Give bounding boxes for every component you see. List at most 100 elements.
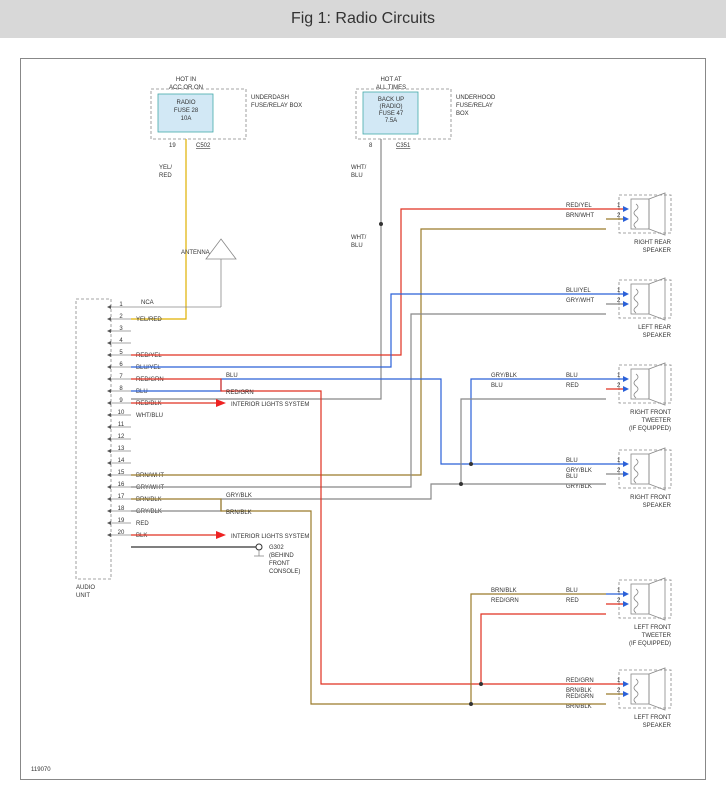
antenna: ANTENNA NCA xyxy=(131,239,236,307)
speaker-rr: 1 RED/YEL 2 BRN/WHT RIGHT REARSPEAKER xyxy=(566,193,672,254)
speaker-lr: 1BLU/YEL2GRY/WHTLEFT REARSPEAKER xyxy=(566,278,672,339)
svg-text:RED: RED xyxy=(566,383,579,389)
svg-text:1: 1 xyxy=(617,373,621,379)
svg-text:YEL/RED: YEL/RED xyxy=(136,317,162,323)
svg-text:1: 1 xyxy=(617,288,621,294)
svg-text:1: 1 xyxy=(617,203,621,209)
svg-text:15: 15 xyxy=(118,470,125,476)
fuse2-fuse: FUSE 47 xyxy=(379,111,404,117)
fuse1-conn: C502 xyxy=(196,143,211,149)
wire-fuse2b-label: WHT/BLU xyxy=(351,235,367,249)
svg-text:BRN/BLK: BRN/BLK xyxy=(136,497,162,503)
svg-text:RED/GRN: RED/GRN xyxy=(566,694,594,700)
fuse1-fuse: FUSE 28 xyxy=(174,108,199,114)
svg-text:BRN/BLK: BRN/BLK xyxy=(491,588,517,594)
wire-pin15 xyxy=(131,229,606,475)
wire-pin18 xyxy=(131,484,606,511)
fuse2-conn: C351 xyxy=(396,143,411,149)
wire-pin16 xyxy=(131,314,606,487)
svg-text:10: 10 xyxy=(118,410,125,416)
svg-text:11: 11 xyxy=(118,422,125,428)
fuse1-name: RADIO xyxy=(176,100,195,106)
figure-title: Fig 1: Radio Circuits xyxy=(0,0,726,38)
svg-text:BLU: BLU xyxy=(566,373,578,379)
svg-text:18: 18 xyxy=(118,506,125,512)
fuse-box-2: HOT ATALL TIMES BACK UP (RADIO) FUSE 47 … xyxy=(356,77,496,149)
diagram-id: 119070 xyxy=(31,767,51,773)
speaker-rft: 1BLU2REDGRY/BLKBLURIGHT FRONTTWEETER(IF … xyxy=(491,363,672,432)
svg-text:RED/YEL: RED/YEL xyxy=(136,353,162,359)
wiring-diagram: 119070 HOT INACC OR ON RADIO FUSE 28 10A… xyxy=(20,58,706,780)
speaker-lf: 1RED/GRN2BRN/BLKRED/GRNBRN/BLKLEFT FRONT… xyxy=(566,668,672,729)
svg-text:GRY/WHT: GRY/WHT xyxy=(136,485,165,491)
cross-p8: RED/GRN xyxy=(226,390,254,396)
svg-text:2: 2 xyxy=(617,213,621,219)
svg-text:RIGHT REARSPEAKER: RIGHT REARSPEAKER xyxy=(634,240,672,254)
ground-id: G302 xyxy=(269,545,284,551)
wire-pin6 xyxy=(131,294,606,367)
fuse-box-1: HOT INACC OR ON RADIO FUSE 28 10A UNDERD… xyxy=(151,77,302,149)
wire-pin7 xyxy=(131,379,606,684)
svg-text:RED/GRN: RED/GRN xyxy=(566,678,594,684)
svg-text:12: 12 xyxy=(118,434,125,440)
fuse1-rating: 10A xyxy=(181,116,192,122)
svg-text:GRY/BLK: GRY/BLK xyxy=(491,373,517,379)
svg-text:LEFT REARSPEAKER: LEFT REARSPEAKER xyxy=(638,325,672,339)
svg-text:17: 17 xyxy=(118,494,125,500)
svg-text:RIGHT FRONTSPEAKER: RIGHT FRONTSPEAKER xyxy=(630,495,672,509)
svg-text:14: 14 xyxy=(118,458,125,464)
p17-out: GRY/BLK xyxy=(226,493,252,499)
svg-text:LEFT FRONTTWEETER(IF EQUIPPED): LEFT FRONTTWEETER(IF EQUIPPED) xyxy=(629,625,672,647)
fuse2-rating: 7.5A xyxy=(385,118,397,124)
svg-text:RED: RED xyxy=(566,598,579,604)
wire-pin8-blu xyxy=(131,379,606,464)
p18-out: BRN/BLK xyxy=(226,510,252,516)
svg-text:BLU: BLU xyxy=(566,588,578,594)
svg-text:1: 1 xyxy=(617,678,621,684)
svg-text:RED: RED xyxy=(136,521,149,527)
speaker-rf: 1BLU2GRY/BLKBLUGRY/BLKRIGHT FRONTSPEAKER xyxy=(566,448,672,509)
interior-lights-2: INTERIOR LIGHTS SYSTEM xyxy=(231,534,309,540)
svg-text:2: 2 xyxy=(617,688,621,694)
fuse1-box-label: UNDERDASHFUSE/RELAY BOX xyxy=(251,95,302,109)
speaker-lft: 1 BLU 2 RED BRN/BLK RED/GRN LEFT FRONTTWEETER(… xyxy=(491,578,672,647)
svg-text:GRY/BLK: GRY/BLK xyxy=(136,509,162,515)
svg-text:BLU: BLU xyxy=(566,474,578,480)
fuse2-pin: 8 xyxy=(369,143,373,149)
svg-text:20: 20 xyxy=(118,530,125,536)
fuse1-pin: 19 xyxy=(169,143,176,149)
svg-text:BRN/WHT: BRN/WHT xyxy=(566,213,594,219)
svg-text:2: 2 xyxy=(617,598,621,604)
wire-fuse2-label: WHT/BLU xyxy=(351,165,367,179)
svg-text:BLU: BLU xyxy=(136,389,148,395)
svg-text:LEFT FRONTSPEAKER: LEFT FRONTSPEAKER xyxy=(634,715,672,729)
svg-text:GRY/WHT: GRY/WHT xyxy=(566,298,595,304)
svg-text:BLU/YEL: BLU/YEL xyxy=(136,365,161,371)
wire-rft-blu xyxy=(471,379,606,464)
fuse2-box-label: UNDERHOODFUSE/RELAYBOX xyxy=(456,95,496,117)
svg-text:RED/YEL: RED/YEL xyxy=(566,203,592,209)
fuse2-sub: (RADIO) xyxy=(380,104,403,110)
svg-text:RED/GRN: RED/GRN xyxy=(136,377,164,383)
wire-lft-red xyxy=(481,614,606,684)
svg-text:1: 1 xyxy=(617,458,621,464)
svg-text:RIGHT FRONTTWEETER(IF EQUIPPED: RIGHT FRONTTWEETER(IF EQUIPPED) xyxy=(629,410,672,432)
svg-text:2: 2 xyxy=(617,298,621,304)
svg-text:16: 16 xyxy=(118,482,125,488)
fuse2-name: BACK UP xyxy=(378,97,404,103)
wire-pin17 xyxy=(131,499,606,704)
speakers-group: 1RED/YEL2BRN/WHTRIGHT REARSPEAKER1BLU/YE… xyxy=(491,193,672,729)
svg-text:2: 2 xyxy=(617,468,621,474)
svg-text:19: 19 xyxy=(118,518,125,524)
connector-pins: 12YEL/RED345RED/YEL6BLU/YEL7RED/GRN8BLU9… xyxy=(107,302,165,539)
svg-text:WHT/BLU: WHT/BLU xyxy=(136,413,163,419)
svg-text:GRY/BLK: GRY/BLK xyxy=(566,484,592,490)
diagram-svg: 119070 HOT INACC OR ON RADIO FUSE 28 10A… xyxy=(21,59,705,777)
svg-text:1: 1 xyxy=(617,588,621,594)
audio-unit-box xyxy=(76,299,111,579)
svg-text:BRN/WHT: BRN/WHT xyxy=(136,473,164,479)
svg-text:13: 13 xyxy=(118,446,125,452)
svg-text:BRN/BLK: BRN/BLK xyxy=(566,704,592,710)
svg-text:RED/GRN: RED/GRN xyxy=(491,598,519,604)
interior-lights-1: INTERIOR LIGHTS SYSTEM xyxy=(231,402,309,408)
